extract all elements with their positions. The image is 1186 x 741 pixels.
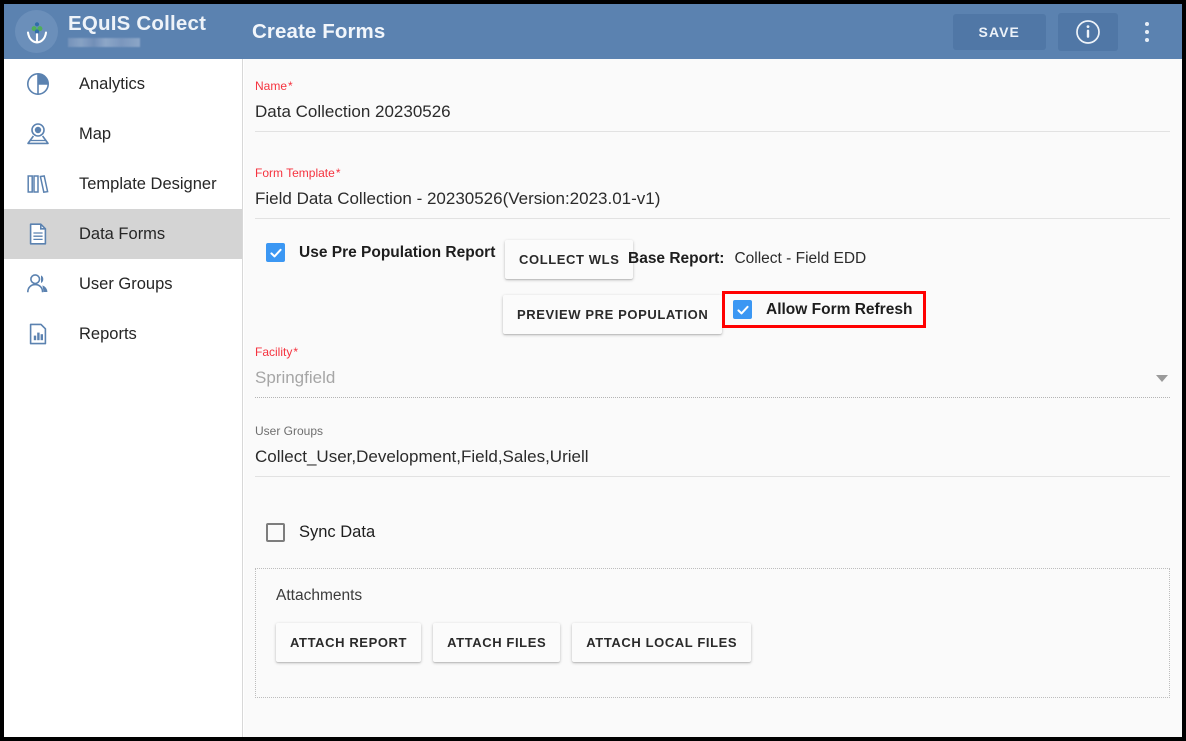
use-pre-population-report-label: Use Pre Population Report (299, 243, 496, 261)
attachments-title: Attachments (276, 587, 363, 604)
users-icon (21, 271, 55, 297)
field-label-name: Name* (255, 79, 293, 93)
app-header: EQuIS Collect Create Forms SAVE (4, 4, 1182, 59)
user-groups-input[interactable]: Collect_User,Development,Field,Sales,Uri… (255, 438, 1170, 476)
sync-data-checkbox[interactable] (266, 523, 285, 542)
base-report: Base Report: Collect - Field EDD (628, 250, 866, 268)
field-underline (255, 218, 1170, 219)
sidebar-item-label: Template Designer (79, 174, 217, 193)
brand-text: EQuIS Collect (68, 13, 206, 47)
sidebar-item-analytics[interactable]: Analytics (4, 59, 242, 109)
base-report-value: Collect - Field EDD (734, 250, 867, 267)
use-pre-population-report-checkbox[interactable] (266, 243, 285, 262)
form-template-input[interactable]: Field Data Collection - 20230526(Version… (255, 180, 1170, 218)
facility-select[interactable]: Springfield (255, 359, 1170, 397)
document-icon (21, 221, 55, 247)
field-label-facility: Facility* (255, 345, 299, 359)
field-label-form-template: Form Template* (255, 166, 341, 180)
sidebar-item-map[interactable]: Map (4, 109, 242, 159)
sidebar-item-template-designer[interactable]: Template Designer (4, 159, 242, 209)
application-window: EQuIS Collect Create Forms SAVE Analytic… (4, 4, 1182, 737)
brand-title: EQuIS Collect (68, 12, 207, 35)
field-underline (255, 476, 1170, 477)
sidebar-item-label: Reports (79, 324, 137, 343)
form-content: Name* Data Collection 20230526 Form Temp… (244, 59, 1182, 737)
pre-population-section: Use Pre Population Report COLLECT WLS Ba… (255, 231, 1170, 343)
field-label-user-groups: User Groups (255, 424, 324, 438)
sidebar-item-label: User Groups (79, 274, 173, 293)
required-marker: * (335, 166, 341, 180)
required-marker: * (288, 79, 293, 93)
sidebar-item-label: Analytics (79, 74, 146, 93)
header-actions: SAVE (952, 12, 1183, 51)
save-button[interactable]: SAVE (952, 13, 1046, 50)
sidebar-item-user-groups[interactable]: User Groups (4, 259, 242, 309)
preview-pre-population-button[interactable]: PREVIEW PRE POPULATION (503, 295, 723, 334)
field-name: Name* Data Collection 20230526 (255, 59, 1170, 132)
books-icon (21, 171, 55, 197)
page-title: Create Forms (252, 19, 386, 43)
kebab-menu-icon[interactable] (1130, 13, 1164, 51)
attach-files-button[interactable]: ATTACH FILES (433, 623, 561, 662)
info-icon[interactable] (1058, 12, 1118, 51)
allow-form-refresh-label: Allow Form Refresh (766, 300, 913, 318)
allow-form-refresh-highlight: Allow Form Refresh (722, 291, 927, 328)
facility-value[interactable]: Springfield (255, 359, 335, 397)
equis-leaf-logo-icon (15, 10, 58, 53)
sidebar-item-data-forms[interactable]: Data Forms (4, 209, 242, 259)
sidebar-item-label: Map (79, 124, 112, 143)
field-form-template: Form Template* Field Data Collection - 2… (255, 132, 1170, 219)
attachments-panel: Attachments ATTACH REPORT ATTACH FILES A… (255, 568, 1170, 698)
map-pin-icon (21, 121, 55, 147)
name-input[interactable]: Data Collection 20230526 (255, 93, 1170, 131)
attach-report-button[interactable]: ATTACH REPORT (276, 623, 422, 662)
chevron-down-icon[interactable] (1156, 374, 1168, 382)
attachments-buttons: ATTACH REPORT ATTACH FILES ATTACH LOCAL … (276, 623, 1149, 662)
base-report-label: Base Report: (628, 250, 725, 267)
collect-wls-button[interactable]: COLLECT WLS (505, 240, 634, 279)
attach-local-files-button[interactable]: ATTACH LOCAL FILES (572, 623, 752, 662)
pie-chart-icon (21, 71, 55, 97)
brand-zone: EQuIS Collect (4, 4, 243, 59)
sidebar: Analytics Map Template Designer Data For… (4, 59, 243, 737)
sync-data-label: Sync Data (299, 523, 376, 541)
report-bar-chart-icon (21, 321, 55, 347)
field-facility: Facility* Springfield (255, 343, 1170, 398)
use-pre-population-report-row[interactable]: Use Pre Population Report (266, 243, 495, 262)
sidebar-item-reports[interactable]: Reports (4, 309, 242, 359)
sidebar-item-label: Data Forms (79, 224, 166, 243)
allow-form-refresh-checkbox[interactable] (733, 300, 752, 319)
sync-data-row[interactable]: Sync Data (255, 523, 1170, 542)
brand-subtitle-redacted (68, 38, 140, 47)
required-marker: * (293, 345, 299, 359)
field-user-groups: User Groups Collect_User,Development,Fie… (255, 398, 1170, 477)
